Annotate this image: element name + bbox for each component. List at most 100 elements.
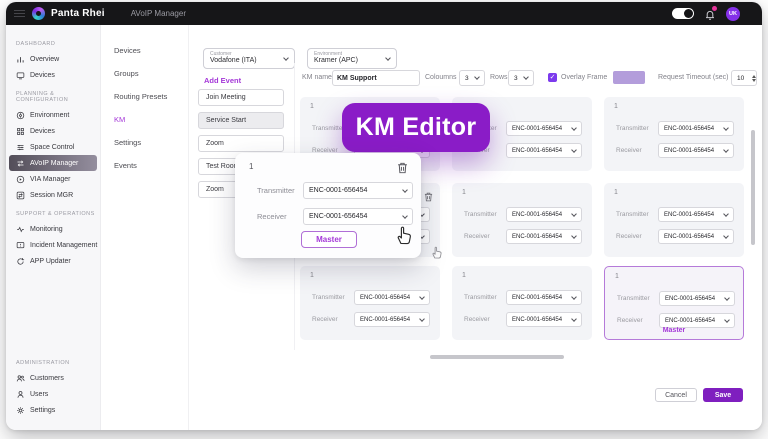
save-button[interactable]: Save (703, 388, 743, 402)
submenu-item-routing-presets[interactable]: Routing Presets (102, 85, 188, 108)
sidebar-item-monitoring[interactable]: Monitoring (6, 221, 100, 237)
receiver-select[interactable]: ENC-0001-656454 (354, 312, 430, 327)
receiver-label: Receiver (616, 233, 658, 240)
km-editor-banner: KM Editor (342, 103, 490, 152)
sidebar-item-customers[interactable]: Customers (6, 370, 100, 386)
transmitter-value: ENC-0001-656454 (664, 212, 714, 218)
transmitter-select[interactable]: ENC-0001-656454 (303, 182, 413, 199)
request-timeout-label: Request Timeout (sec) (658, 74, 728, 81)
event-button-join-meeting[interactable]: Join Meeting (198, 89, 284, 106)
sidebar-item-users[interactable]: Users (6, 386, 100, 402)
rows-select[interactable]: 3 (508, 70, 534, 86)
receiver-select[interactable]: ENC-0001-656454 (658, 143, 734, 158)
transmitter-select[interactable]: ENC-0001-656454 (506, 121, 582, 136)
receiver-label: Receiver (464, 233, 506, 240)
receiver-select[interactable]: ENC-0001-656454 (658, 229, 734, 244)
chevron-down-icon (723, 211, 729, 217)
receiver-label: Receiver (464, 316, 506, 323)
menu-icon[interactable] (14, 10, 25, 17)
receiver-value: ENC-0001-656454 (512, 317, 562, 323)
sidebar-item-devices-dashboard[interactable]: Devices (6, 67, 100, 83)
transmitter-select[interactable]: ENC-0001-656454 (658, 121, 734, 136)
transmitter-select[interactable]: ENC-0001-656454 (659, 291, 735, 306)
km-grid-cell-9-master: 1 Transmitter ENC-0001-656454 Receiver E… (604, 266, 744, 340)
sidebar-item-label: Incident Management (30, 242, 97, 249)
transmitter-value: ENC-0001-656454 (512, 295, 562, 301)
sidebar-item-space-control[interactable]: Space Control (6, 139, 100, 155)
sidebar-item-incident-management[interactable]: Incident Management (6, 237, 100, 253)
sidebar-item-session-mgr[interactable]: Session MGR (6, 187, 100, 203)
transmitter-select[interactable]: ENC-0001-656454 (354, 290, 430, 305)
overlay-frame-checkbox[interactable]: ✓ (548, 73, 557, 82)
receiver-select[interactable]: ENC-0001-656454 (506, 312, 582, 327)
receiver-label: Receiver (616, 147, 658, 154)
chevron-down-icon (724, 295, 730, 301)
event-button-service-start[interactable]: Service Start (198, 112, 284, 129)
cursor-pointer-icon (394, 224, 413, 250)
theme-toggle[interactable] (672, 8, 694, 19)
submenu-item-devices[interactable]: Devices (102, 39, 188, 62)
delete-cell-icon[interactable] (397, 161, 408, 179)
receiver-select[interactable]: ENC-0001-656454 (659, 313, 735, 328)
receiver-select[interactable]: ENC-0001-656454 (506, 229, 582, 244)
sidebar-item-label: Overview (30, 56, 59, 63)
add-event-link[interactable]: Add Event (204, 76, 241, 85)
sidebar-item-overview[interactable]: Overview (6, 51, 100, 67)
sidebar-item-avoip-manager[interactable]: AVoIP Manager (9, 155, 97, 171)
km-grid-cell-7: 1 Transmitter ENC-0001-656454 Receiver E… (300, 266, 440, 340)
request-timeout-stepper[interactable]: 10 (731, 70, 757, 86)
km-name-input[interactable] (332, 70, 420, 86)
event-button-zoom-1[interactable]: Zoom (198, 135, 284, 152)
horizontal-scrollbar[interactable] (430, 355, 564, 359)
sidebar-item-label: Session MGR (30, 192, 73, 199)
submenu-item-settings[interactable]: Settings (102, 131, 188, 154)
sidebar-item-app-updater[interactable]: APP Updater (6, 253, 100, 269)
swap-icon (16, 191, 25, 200)
receiver-label: Receiver (312, 316, 354, 323)
pulse-icon (16, 225, 25, 234)
sidebar-item-settings[interactable]: Settings (6, 402, 100, 418)
transmitter-select[interactable]: ENC-0001-656454 (506, 207, 582, 222)
receiver-select[interactable]: ENC-0001-656454 (303, 208, 413, 225)
delete-cell-icon[interactable] (424, 189, 433, 207)
primary-sidebar: DASHBOARD Overview Devices PLANNING & CO… (6, 25, 101, 430)
sidebar-item-environment[interactable]: Environment (6, 107, 100, 123)
stepper-arrows-icon[interactable] (752, 75, 756, 82)
customer-select-value: Vodafone (ITA) (210, 57, 257, 66)
columns-label: Coloumns (425, 74, 457, 81)
customer-select[interactable]: Customer Vodafone (ITA) (203, 48, 295, 69)
transmitter-value: ENC-0001-656454 (665, 296, 715, 302)
submenu-item-groups[interactable]: Groups (102, 62, 188, 85)
cell-number: 1 (615, 273, 619, 280)
transmitter-select[interactable]: ENC-0001-656454 (658, 207, 734, 222)
chevron-down-icon (571, 316, 577, 322)
user-avatar[interactable]: UK (726, 7, 740, 21)
master-badge[interactable]: Master (605, 327, 743, 334)
sidebar-item-label: Monitoring (30, 226, 63, 233)
overlay-color-swatch[interactable] (613, 71, 645, 84)
environment-select-value: Kramer (APC) (314, 57, 358, 66)
receiver-select[interactable]: ENC-0001-656454 (506, 143, 582, 158)
submenu-item-km[interactable]: KM (102, 108, 188, 131)
topbar: Panta Rhei AVoIP Manager UK (6, 2, 762, 25)
app-title: AVoIP Manager (131, 9, 186, 18)
chevron-down-icon (402, 213, 408, 219)
sidebar-item-devices-planning[interactable]: Devices (6, 123, 100, 139)
environment-select[interactable]: Environment Kramer (APC) (307, 48, 397, 69)
submenu-item-events[interactable]: Events (102, 154, 188, 177)
columns-select[interactable]: 3 (459, 70, 485, 86)
cancel-button[interactable]: Cancel (655, 388, 697, 402)
sidebar-item-via-manager[interactable]: VIA Manager (6, 171, 100, 187)
transmitter-label: Transmitter (616, 211, 658, 218)
chevron-down-icon (571, 125, 577, 131)
gear-icon (16, 406, 25, 415)
transmitter-select[interactable]: ENC-0001-656454 (506, 290, 582, 305)
transmitter-label: Transmitter (617, 295, 659, 302)
cell-number: 1 (249, 162, 253, 171)
notifications-bell-icon[interactable] (704, 8, 716, 20)
vertical-scrollbar[interactable] (751, 130, 755, 245)
sidebar-item-label: Space Control (30, 144, 74, 151)
sidebar-item-label: Devices (30, 128, 55, 135)
sidebar-item-label: VIA Manager (30, 176, 70, 183)
master-button[interactable]: Master (301, 231, 357, 248)
